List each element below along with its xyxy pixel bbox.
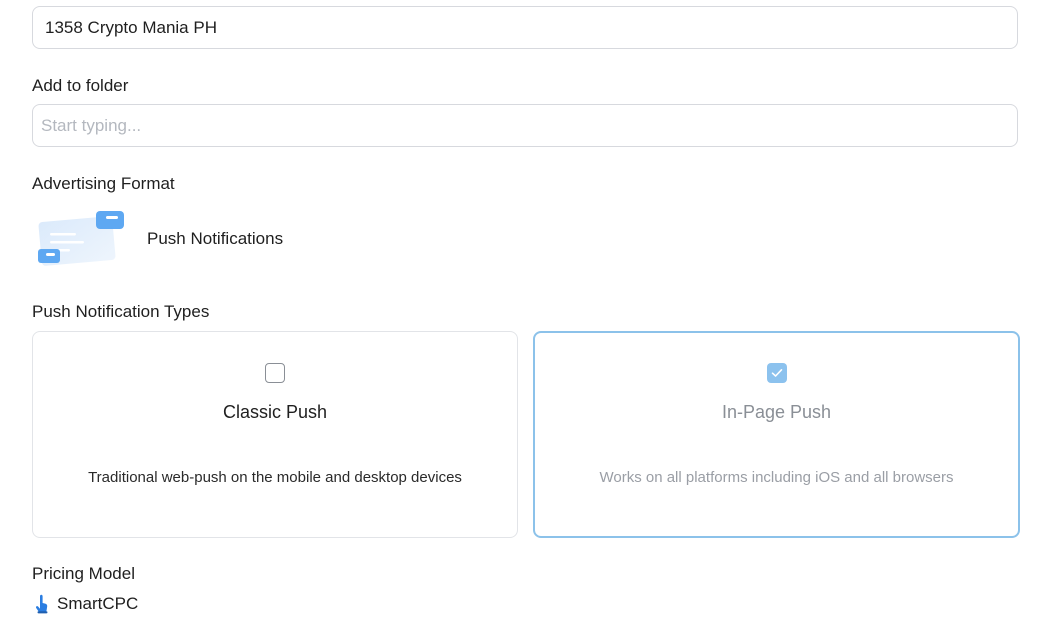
advertising-format-label: Advertising Format: [32, 174, 175, 193]
advertising-format-name: Push Notifications: [147, 229, 284, 248]
checkmark-icon: [771, 369, 782, 377]
classic-push-checkbox[interactable]: [265, 363, 285, 383]
classic-push-description: Traditional web-push on the mobile and d…: [88, 469, 462, 486]
pricing-model-label: Pricing Model: [32, 564, 135, 583]
push-notification-types-label: Push Notification Types: [32, 302, 210, 321]
in-page-push-checkbox[interactable]: [766, 363, 787, 383]
in-page-push-description: Works on all platforms including iOS and…: [599, 469, 954, 486]
advertising-format-option[interactable]: Push Notifications: [34, 204, 283, 274]
classic-push-option-card[interactable]: Classic Push Traditional web-push on the…: [32, 331, 518, 538]
campaign-settings-form: Add to folder Advertising Format: [0, 0, 1042, 629]
in-page-push-title: In-Page Push: [721, 402, 832, 422]
campaign-name-input[interactable]: [32, 6, 1018, 49]
pointer-hand-icon: [34, 594, 50, 614]
pricing-model-value: SmartCPC: [34, 593, 138, 615]
pricing-model-name: SmartCPC: [57, 594, 139, 613]
add-to-folder-label: Add to folder: [32, 76, 129, 95]
classic-push-title: Classic Push: [222, 402, 328, 422]
folder-search-input[interactable]: [32, 104, 1018, 147]
in-page-push-option-card[interactable]: In-Page Push Works on all platforms incl…: [533, 331, 1020, 538]
push-notification-illustration-icon: [34, 207, 128, 271]
